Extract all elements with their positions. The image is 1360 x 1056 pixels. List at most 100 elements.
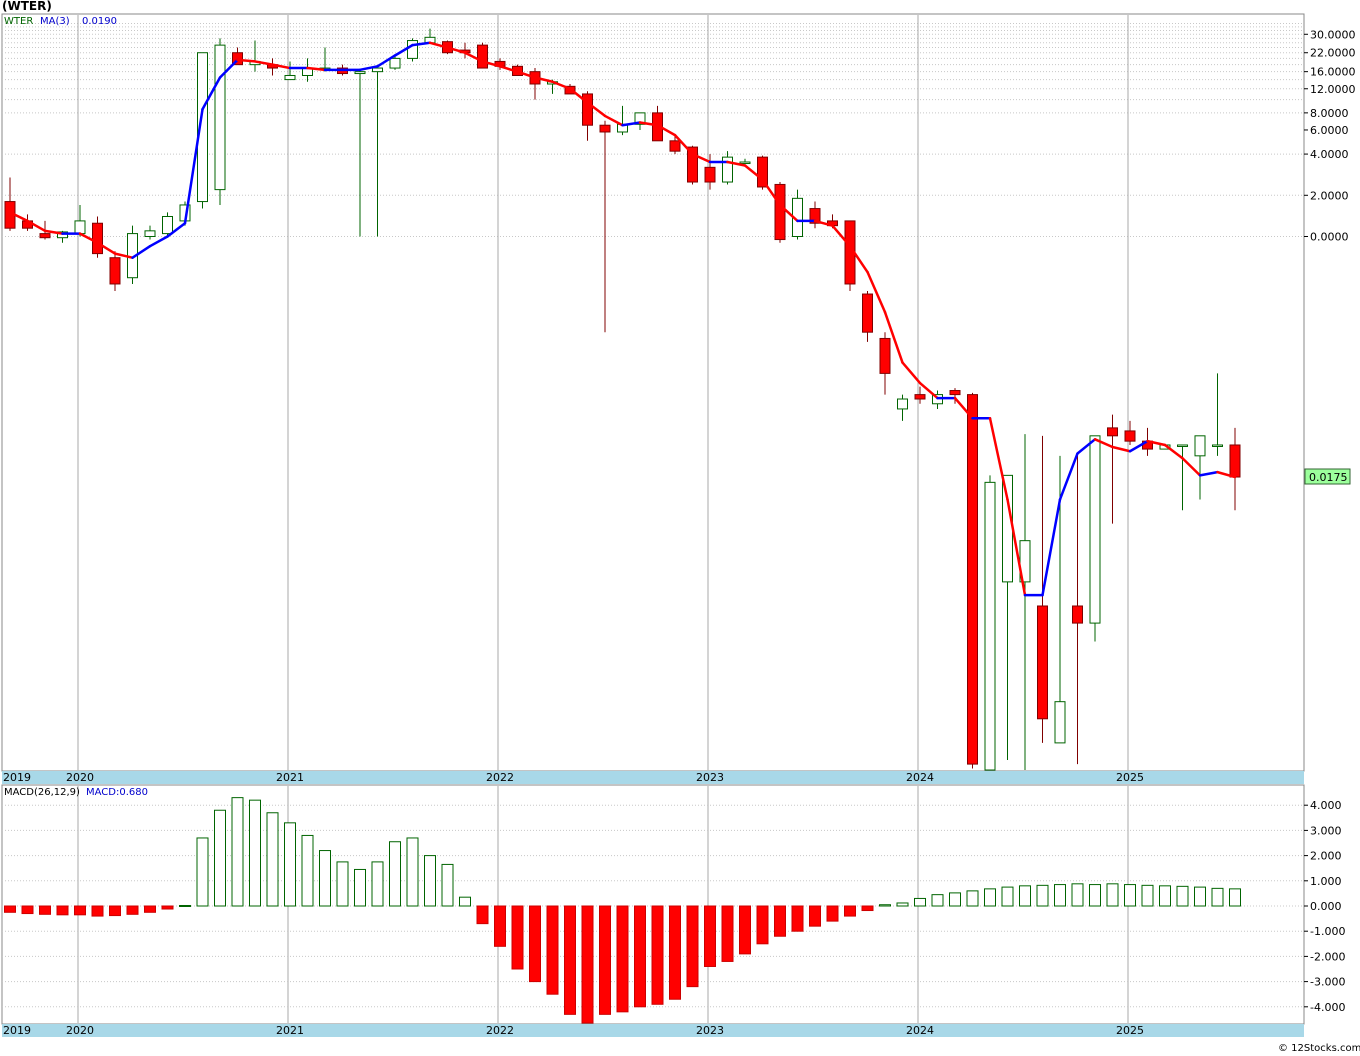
macd-bar — [231, 797, 244, 907]
macd-bar — [844, 905, 856, 917]
macd-bar — [599, 905, 611, 1015]
candle-body — [757, 156, 768, 188]
candle-body — [477, 44, 488, 69]
candle-body — [1212, 444, 1223, 447]
candle-body — [774, 183, 786, 241]
candle-body — [389, 57, 401, 69]
macd-bar — [1176, 885, 1189, 907]
macd-bar — [1159, 885, 1171, 907]
macd-bar — [179, 904, 191, 907]
macd-bar — [931, 894, 944, 907]
macd-bar — [1106, 883, 1119, 907]
macd-bar — [1054, 884, 1066, 907]
candle-body — [1002, 474, 1013, 583]
macd-bar — [774, 905, 786, 937]
macd-bar — [1229, 888, 1241, 907]
macd-y-tick-label: -4.000 — [1310, 1001, 1345, 1014]
macd-bar — [389, 841, 401, 907]
macd-bar — [791, 905, 804, 932]
price-y-axis: 30.0000 22.0000 16.0000 12.0000 8.0000 6.0000… — [1304, 28, 1356, 244]
macd-bar — [896, 902, 909, 907]
macd-y-tick-label: -1.000 — [1310, 925, 1345, 938]
candle — [844, 220, 856, 291]
last-price-label: 0.0175 — [1309, 471, 1348, 484]
candle-body — [862, 293, 873, 333]
price-x-tick-label: 2023 — [696, 771, 724, 784]
price-y-tick-label: 12.0000 — [1310, 83, 1356, 96]
macd-bar — [511, 905, 524, 970]
macd-bar — [1071, 883, 1084, 907]
price-x-axis-band — [2, 771, 1304, 784]
macd-x-tick-label: 2021 — [276, 1024, 304, 1037]
macd-bar — [739, 905, 751, 955]
macd-bar — [196, 837, 209, 907]
candle-body — [914, 394, 926, 400]
macd-bar — [284, 822, 296, 907]
macd-bar — [441, 863, 454, 907]
price-x-tick-label: 2020 — [66, 771, 94, 784]
macd-bar — [144, 905, 156, 913]
macd-bar — [546, 905, 559, 995]
macd-bar — [126, 905, 139, 915]
macd-bar — [214, 809, 226, 907]
macd-x-tick-label: 2019 — [3, 1024, 31, 1037]
candle-body — [669, 140, 681, 152]
macd-bar — [249, 799, 261, 907]
candle-body — [1107, 427, 1118, 437]
macd-bar — [266, 812, 279, 907]
candle-body — [879, 337, 891, 374]
price-y-tick-label: 16.0000 — [1310, 66, 1356, 79]
candle-body — [1124, 430, 1136, 442]
candle-body — [1072, 605, 1083, 624]
macd-bar — [914, 897, 926, 907]
macd-x-axis-band — [2, 1024, 1304, 1037]
macd-bar — [529, 905, 541, 983]
candle — [407, 38, 418, 62]
macd-bar — [319, 850, 331, 907]
legend-ma-value: 0.0190 — [82, 16, 117, 27]
price-y-tick-label: 6.0000 — [1310, 124, 1349, 137]
price-x-tick-label: 2019 — [3, 771, 31, 784]
price-x-tick-label: 2025 — [1116, 771, 1144, 784]
macd-legend-name: MACD(26,12,9) — [4, 787, 80, 798]
macd-bar — [161, 905, 174, 910]
macd-y-axis: 4.000 3.000 2.000 1.000 0.000 -1.000 -2.000 -3.… — [1304, 799, 1345, 1014]
macd-bar — [984, 888, 996, 907]
macd-bar — [651, 905, 664, 1005]
macd-bar — [4, 905, 16, 913]
macd-bar — [494, 905, 506, 947]
price-y-tick-label: 22.0000 — [1310, 47, 1356, 60]
candle-body — [144, 230, 156, 238]
macd-bar — [564, 905, 576, 1015]
candle-body — [1054, 701, 1066, 744]
macd-bar — [861, 905, 874, 912]
candle-body — [354, 71, 366, 75]
candle-body — [92, 222, 103, 255]
macd-bar — [354, 868, 366, 907]
candle-body — [407, 40, 418, 59]
macd-bar — [949, 892, 961, 907]
stock-chart: 30.0000 22.0000 16.0000 12.0000 8.0000 6.0000… — [1, 13, 1360, 1054]
macd-x-tick-label: 2023 — [696, 1024, 724, 1037]
macd-bar — [1089, 884, 1101, 907]
candle-body — [949, 390, 961, 396]
candle-body — [39, 233, 51, 239]
candle-body — [1177, 444, 1188, 447]
macd-bar — [424, 855, 436, 907]
price-y-tick-label: 8.0000 — [1310, 107, 1349, 120]
price-x-tick-label: 2021 — [276, 771, 304, 784]
macd-bar — [1141, 884, 1154, 907]
macd-y-tick-label: 1.000 — [1310, 875, 1342, 888]
legend-ma-label: MA(3) — [40, 16, 70, 27]
macd-bar — [616, 905, 629, 1013]
macd-x-tick-label: 2022 — [486, 1024, 514, 1037]
macd-bar — [109, 905, 121, 917]
candle-body — [739, 161, 751, 165]
candle — [477, 42, 488, 69]
candle — [214, 38, 226, 205]
macd-bar — [1036, 884, 1049, 907]
macd-bar — [476, 905, 489, 925]
price-y-tick-label: 30.0000 — [1310, 28, 1356, 41]
macd-x-tick-label: 2024 — [906, 1024, 934, 1037]
macd-bar — [336, 861, 349, 907]
